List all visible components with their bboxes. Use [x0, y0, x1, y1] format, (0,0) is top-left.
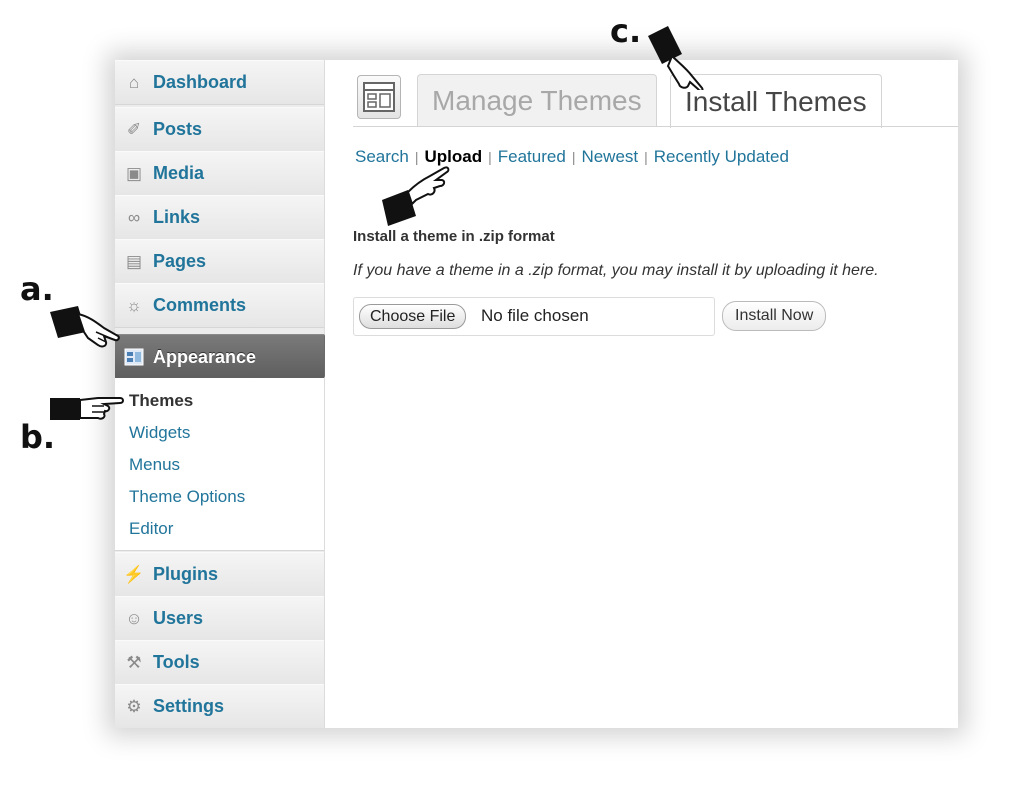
menu-label: Comments: [153, 295, 247, 315]
pages-icon: ▤: [125, 251, 143, 271]
menu-label: Users: [153, 608, 204, 628]
menu-item-posts[interactable]: ✐ Posts: [115, 107, 324, 152]
settings-icon: ⚙: [126, 696, 142, 716]
home-icon: ⌂: [128, 72, 140, 92]
menu-label: Appearance: [153, 346, 257, 367]
menu-item-dashboard[interactable]: ⌂ Dashboard: [115, 60, 324, 105]
menu-item-comments[interactable]: ☼ Comments: [115, 283, 324, 328]
subnav-separator: |: [488, 149, 492, 165]
appearance-submenu: Themes Widgets Menus Theme Options Edito…: [115, 378, 324, 551]
subnav-separator: |: [414, 149, 419, 165]
choose-file-button[interactable]: Choose File: [359, 304, 467, 329]
plug-icon: ⚡: [123, 564, 145, 584]
subnav-featured[interactable]: Featured: [498, 147, 566, 166]
tools-icon: ⚒: [126, 652, 142, 672]
menu-item-pages[interactable]: ▤ Pages: [115, 239, 324, 284]
submenu-themes[interactable]: Themes: [129, 391, 193, 411]
menu-item-plugins[interactable]: ⚡ Plugins: [115, 552, 324, 597]
subnav-separator: |: [644, 149, 648, 165]
pin-icon: ✐: [126, 119, 142, 139]
submenu-widgets[interactable]: Widgets: [129, 423, 190, 443]
pointing-hand-icon-c: [648, 26, 704, 90]
admin-sidebar: ⌂ Dashboard ✐ Posts ▣ Media ∞ Links ▤ Pa…: [115, 60, 325, 728]
appearance-screen-icon: [357, 75, 401, 119]
file-input[interactable]: Choose File No file chosen: [353, 297, 715, 336]
media-icon: ▣: [125, 163, 143, 183]
wp-admin-window: ⌂ Dashboard ✐ Posts ▣ Media ∞ Links ▤ Pa…: [115, 60, 958, 728]
subnav-separator: |: [571, 149, 576, 165]
menu-item-links[interactable]: ∞ Links: [115, 195, 324, 240]
main-content: Manage Themes Install Themes Search | Uplo…: [325, 60, 958, 728]
subnav-newest[interactable]: Newest: [581, 147, 638, 166]
menu-label: Pages: [153, 251, 207, 271]
menu-label: Media: [153, 163, 205, 183]
link-icon: ∞: [127, 207, 141, 227]
users-icon: ☺: [125, 608, 143, 628]
tabs-divider: [353, 126, 958, 127]
annotation-c: c.: [610, 12, 642, 50]
menu-item-tools[interactable]: ⚒ Tools: [115, 640, 324, 685]
submenu-editor[interactable]: Editor: [129, 519, 173, 539]
upload-heading: Install a theme in .zip format: [353, 228, 555, 245]
upload-description: If you have a theme in a .zip format, yo…: [353, 262, 879, 279]
pointing-hand-icon-d: [382, 166, 450, 226]
menu-label: Posts: [153, 119, 203, 139]
submenu-menus[interactable]: Menus: [129, 455, 180, 475]
menu-label: Links: [153, 207, 201, 227]
appearance-icon: [123, 346, 145, 368]
menu-label: Settings: [153, 696, 225, 716]
menu-item-settings[interactable]: ⚙ Settings: [115, 684, 324, 728]
subnav-recently-updated[interactable]: Recently Updated: [654, 147, 789, 166]
menu-label: Tools: [153, 652, 200, 672]
submenu-theme-options[interactable]: Theme Options: [129, 487, 245, 507]
install-now-button[interactable]: Install Now: [722, 301, 827, 331]
menu-label: Dashboard: [153, 72, 248, 92]
menu-item-media[interactable]: ▣ Media: [115, 151, 324, 196]
pointing-hand-icon-b: [50, 397, 124, 420]
tab-manage-themes[interactable]: Manage Themes: [417, 74, 657, 127]
pointing-hand-icon-a: [50, 306, 120, 348]
no-file-label: No file chosen: [481, 306, 589, 325]
menu-item-appearance[interactable]: Appearance: [115, 334, 324, 380]
comment-icon: ☼: [126, 295, 142, 315]
menu-item-users[interactable]: ☺ Users: [115, 596, 324, 641]
menu-label: Plugins: [153, 564, 219, 584]
